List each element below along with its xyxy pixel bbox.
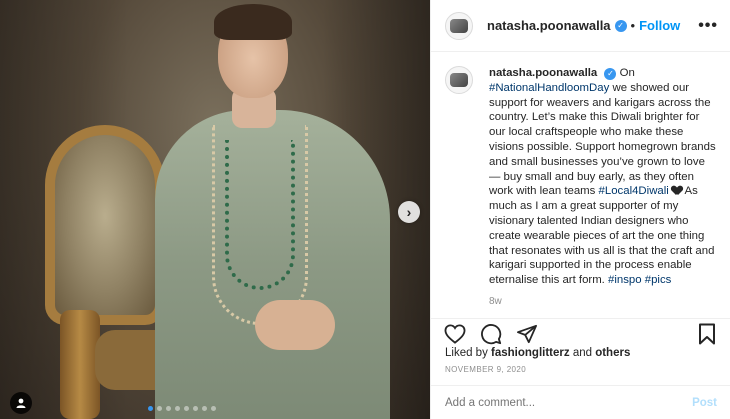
carousel-dot	[202, 406, 207, 411]
caption-avatar[interactable]	[445, 66, 473, 94]
caption-part-1: On	[616, 67, 635, 79]
caption-part-3: As much as I am a great supporter of my …	[489, 185, 715, 287]
emerald-necklace	[225, 140, 295, 290]
hashtag-link[interactable]: #Local4Diwali	[599, 185, 669, 197]
verified-badge-icon: ✓	[614, 19, 627, 32]
like-button[interactable]	[443, 322, 467, 346]
avatar-image	[450, 18, 468, 33]
header-username[interactable]: natasha.poonawalla	[487, 18, 611, 33]
hashtag-link[interactable]: #pics	[645, 274, 672, 286]
caption-time-ago[interactable]: 8w	[489, 296, 717, 307]
caption-text: natasha.poonawalla ✓ On #NationalHandloo…	[489, 66, 717, 288]
avatar-image	[450, 73, 468, 87]
black-heart-icon	[672, 186, 682, 195]
figure-hair	[214, 4, 292, 40]
heart-icon	[444, 323, 466, 344]
share-button[interactable]	[515, 322, 539, 346]
paper-plane-icon	[517, 324, 537, 343]
carousel-dot	[175, 406, 180, 411]
action-bar	[431, 318, 730, 348]
chair-leg	[60, 310, 100, 419]
caption-row: natasha.poonawalla ✓ On #NationalHandloo…	[445, 66, 717, 288]
save-button[interactable]	[695, 322, 719, 346]
post-header: natasha.poonawalla ✓ • Follow •••	[431, 0, 730, 52]
post-comment-button[interactable]: Post	[692, 397, 717, 409]
carousel-dot	[166, 406, 171, 411]
avatar[interactable]	[445, 11, 473, 40]
user-icon	[16, 398, 26, 408]
likes-summary: Liked by fashionglitterz and others	[445, 347, 630, 359]
carousel-dot	[184, 406, 189, 411]
bookmark-icon	[699, 323, 715, 344]
user-tag-button[interactable]	[10, 392, 32, 414]
figure-hands	[255, 300, 335, 350]
caption-username[interactable]: natasha.poonawalla	[489, 67, 597, 79]
carousel-dot	[157, 406, 162, 411]
comment-bar: Post	[431, 385, 730, 419]
verified-badge-icon: ✓	[604, 68, 617, 81]
post-side-panel: natasha.poonawalla ✓ • Follow ••• natash…	[430, 0, 730, 419]
carousel-dot	[148, 406, 153, 411]
carousel-next-button[interactable]: ›	[398, 201, 420, 223]
likes-prefix: Liked by	[445, 347, 492, 359]
follow-button[interactable]: Follow	[639, 18, 680, 33]
carousel-dots	[148, 406, 216, 411]
header-separator: •	[630, 18, 636, 33]
caption-part-2: we showed our support for weavers and ka…	[489, 81, 716, 198]
likes-others-link[interactable]: others	[595, 347, 630, 359]
post-photo[interactable]: ›	[0, 0, 430, 419]
comment-input[interactable]	[445, 396, 693, 409]
likes-middle: and	[569, 347, 596, 359]
hashtag-link[interactable]: #inspo	[608, 274, 642, 286]
comment-button[interactable]	[479, 322, 503, 346]
carousel-dot	[193, 406, 198, 411]
chair-back	[45, 125, 165, 325]
more-options-button[interactable]: •••	[698, 17, 718, 35]
hashtag-link[interactable]: #NationalHandloomDay	[489, 82, 609, 94]
comment-icon	[481, 323, 502, 344]
caption-area: natasha.poonawalla ✓ On #NationalHandloo…	[431, 52, 730, 314]
carousel-dot	[211, 406, 216, 411]
post-date[interactable]: NOVEMBER 9, 2020	[445, 365, 526, 374]
liked-by-user-link[interactable]: fashionglitterz	[491, 347, 570, 359]
